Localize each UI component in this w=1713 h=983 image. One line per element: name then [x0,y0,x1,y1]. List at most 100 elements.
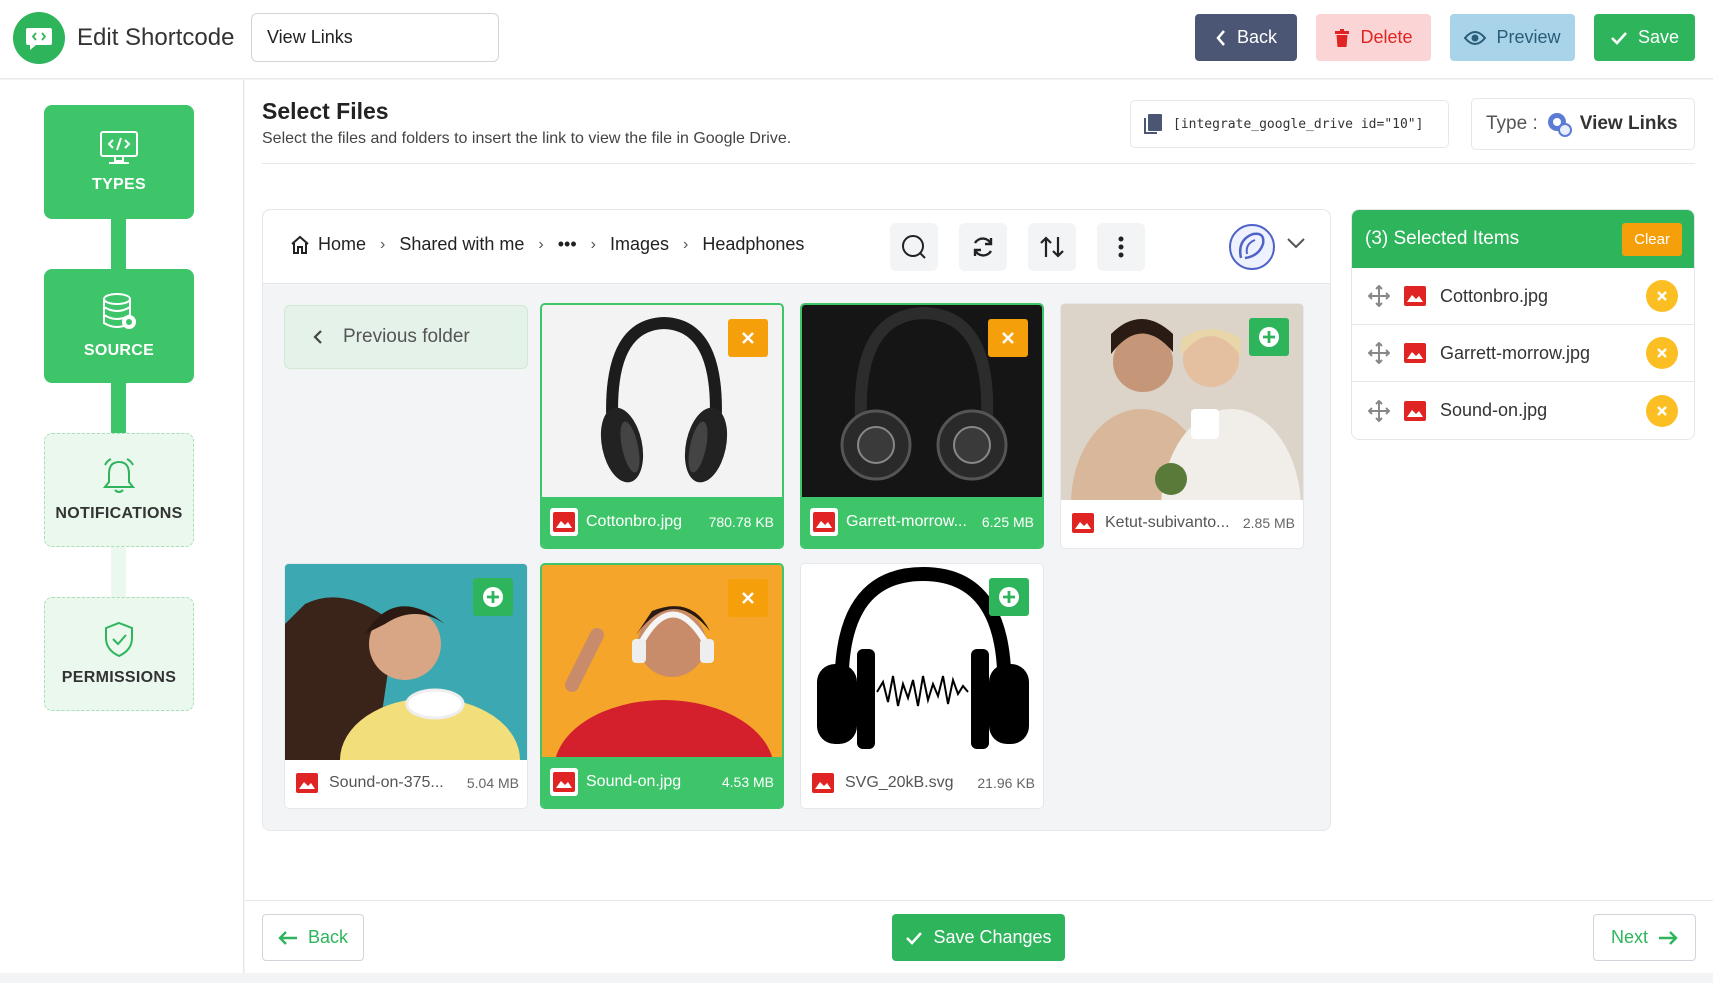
refresh-button[interactable] [959,223,1007,271]
selected-item-name: Cottonbro.jpg [1440,285,1549,306]
selected-item: Sound-on.jpg [1352,382,1694,439]
remove-item-button[interactable] [1646,394,1678,427]
select-button[interactable] [989,578,1029,616]
page-title: Edit Shortcode [77,24,235,51]
footer-back-button[interactable]: Back [262,914,364,961]
drag-handle-icon[interactable] [1368,399,1390,422]
deselect-button[interactable] [728,579,768,617]
header-save-button[interactable]: Save [1594,14,1695,61]
file-card-ketut-subivanto[interactable]: Ketut-subivanto... 2.85 MB [1060,303,1304,549]
selected-item: Cottonbro.jpg [1352,268,1694,325]
step-permissions[interactable]: PERMISSIONS [44,597,194,711]
breadcrumb-images[interactable]: Images [610,234,669,255]
step-connector [111,546,126,598]
remove-item-button[interactable] [1646,337,1678,369]
arrow-right-icon [1659,930,1678,945]
breadcrumb-more[interactable]: ••• [558,234,577,255]
breadcrumb-home[interactable]: Home [290,234,366,255]
image-file-icon [810,508,838,536]
file-size: 4.53 MB [721,774,774,790]
refresh-icon [973,237,993,257]
file-footer: Garrett-morrow... 6.25 MB [802,497,1042,547]
account-avatar[interactable] [1229,224,1275,270]
file-card-svg[interactable]: SVG_20kB.svg 21.96 KB [800,563,1044,809]
clear-selection-button[interactable]: Clear [1622,222,1682,256]
eye-icon [1464,30,1487,45]
delete-label: Delete [1360,27,1413,47]
chevron-left-icon [313,330,322,344]
header-back-button[interactable]: Back [1195,14,1297,61]
step-types[interactable]: TYPES [44,105,194,219]
file-card-sound-on-375[interactable]: Sound-on-375... 5.04 MB [284,563,528,809]
select-button[interactable] [473,578,513,616]
preview-button[interactable]: Preview [1450,14,1575,61]
step-connector [111,382,126,434]
file-card-garrett-morrow[interactable]: Garrett-morrow... 6.25 MB [800,303,1044,549]
browser-toolbar: Home › Shared with me › ••• › Images › H… [263,210,1330,284]
selected-item-name: Garrett-morrow.jpg [1440,342,1591,363]
image-file-icon [550,768,578,796]
file-name: Cottonbro.jpg [586,513,683,530]
previous-folder-button[interactable]: Previous folder [284,305,528,369]
plus-circle-icon [999,587,1019,607]
sort-button[interactable] [1028,223,1076,271]
remove-item-button[interactable] [1646,280,1678,312]
file-card-cottonbro[interactable]: Cottonbro.jpg 780.78 KB [540,303,784,549]
deselect-button[interactable] [728,319,768,357]
section-description: Select the files and folders to insert t… [262,130,792,147]
breadcrumb-headphones[interactable]: Headphones [702,234,804,255]
image-file-icon [550,508,578,536]
save-changes-button[interactable]: Save Changes [892,914,1065,961]
account-logo-icon [1239,232,1265,260]
next-button[interactable]: Next [1593,914,1696,961]
select-button[interactable] [1249,318,1289,356]
selected-items-title: (3) Selected Items [1365,228,1520,249]
breadcrumb-shared[interactable]: Shared with me [399,234,524,255]
check-icon [906,931,923,945]
close-icon [1657,291,1667,301]
app-logo [13,12,65,64]
plus-circle-icon [1259,327,1279,347]
shortcode-title-input[interactable] [251,13,499,62]
database-icon [103,293,136,329]
delete-button[interactable]: Delete [1316,14,1431,61]
image-file-icon [1404,400,1426,421]
step-types-label: TYPES [92,176,146,193]
header-back-label: Back [1236,27,1278,47]
drag-handle-icon[interactable] [1368,342,1390,364]
shortcode-copy[interactable]: [integrate_google_drive id="10"] [1130,100,1449,148]
more-options-button[interactable] [1097,223,1145,271]
file-size: 5.04 MB [466,775,519,791]
account-dropdown[interactable] [1286,236,1306,254]
trash-icon [1335,28,1350,47]
main-content: Select Files Select the files and folder… [245,80,1713,973]
breadcrumb: Home › Shared with me › ••• › Images › H… [290,234,804,255]
step-source[interactable]: SOURCE [44,269,194,383]
file-browser: Home › Shared with me › ••• › Images › H… [262,209,1331,831]
type-value: View Links [1579,113,1678,134]
search-icon [902,235,926,259]
file-name: Sound-on-375... [329,774,444,791]
sort-icon [1040,236,1064,258]
file-footer: Sound-on-375... 5.04 MB [285,758,527,808]
file-card-sound-on[interactable]: Sound-on.jpg 4.53 MB [540,563,784,809]
selected-item-name: Sound-on.jpg [1440,400,1548,420]
save-changes-label: Save Changes [933,927,1052,947]
divider [262,163,1695,164]
file-footer: SVG_20kB.svg 21.96 KB [801,758,1043,808]
image-file-icon [1404,286,1426,306]
file-footer: Ketut-subivanto... 2.85 MB [1061,498,1303,548]
deselect-button[interactable] [988,319,1028,357]
step-source-label: SOURCE [83,342,155,359]
close-icon [1002,332,1014,344]
breadcrumb-home-label: Home [318,234,367,254]
step-permissions-label: PERMISSIONS [61,669,177,686]
steps-sidebar: TYPES SOURCE NOTIFICATIONS PERMISSIONS [0,80,244,973]
drag-handle-icon[interactable] [1368,285,1390,307]
chevron-right-icon: › [590,235,596,253]
file-footer: Cottonbro.jpg 780.78 KB [542,497,782,547]
step-notifications[interactable]: NOTIFICATIONS [44,433,194,547]
image-file-icon [293,769,321,797]
search-button[interactable] [890,223,938,271]
chevron-right-icon: › [683,235,689,253]
